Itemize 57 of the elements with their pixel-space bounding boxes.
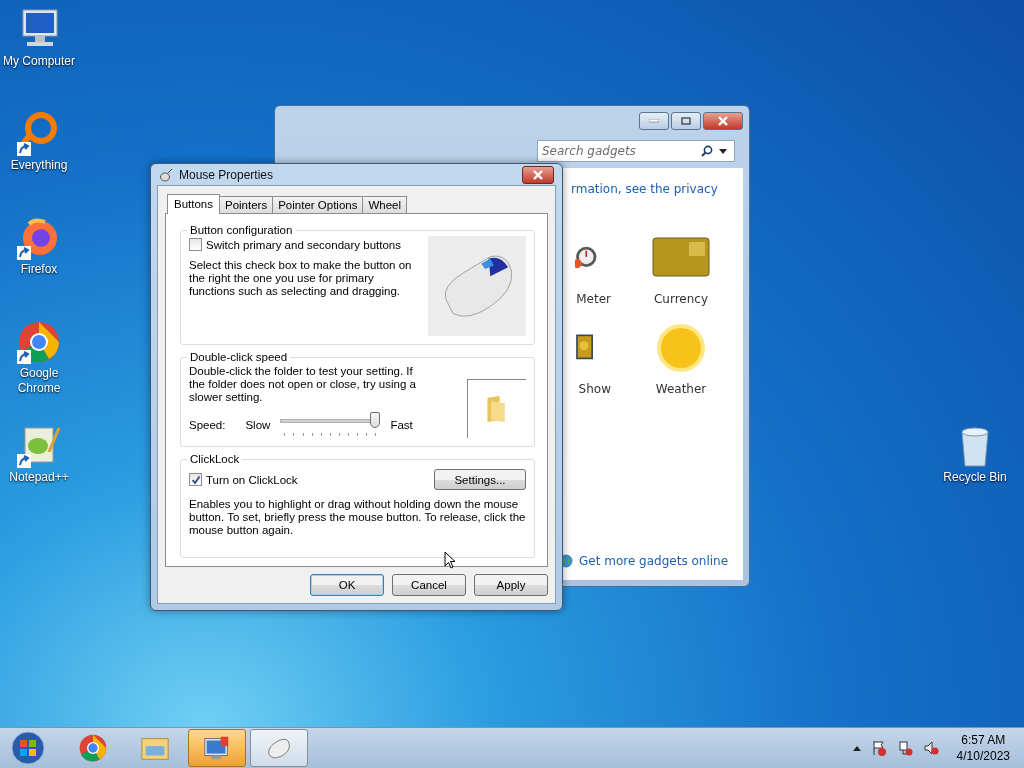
clock-time[interactable]: 6:57 AM <box>961 732 1006 748</box>
privacy-link[interactable]: rmation, see the privacy <box>571 182 743 196</box>
gadget-name[interactable]: Show <box>578 382 611 396</box>
checkbox-label[interactable]: Switch primary and secondary buttons <box>206 238 401 251</box>
slider-thumb[interactable] <box>370 412 381 428</box>
slow-label: Slow <box>245 419 271 431</box>
show-hidden-icons-caret-icon[interactable] <box>852 745 861 751</box>
desktop-icon-label[interactable]: My Computer <box>3 54 75 69</box>
fast-label: Fast <box>390 419 413 431</box>
minimize-icon <box>649 119 659 123</box>
flag-error-icon[interactable] <box>870 740 887 756</box>
tab[interactable]: Buttons <box>167 194 220 214</box>
desktop-icon-label[interactable]: Everything <box>10 158 68 173</box>
tab[interactable]: Pointer Options <box>272 196 364 213</box>
group-title: ClickLock <box>189 453 241 465</box>
group-title: Double-click speed <box>189 351 289 363</box>
windows-logo-icon <box>10 730 46 766</box>
checkbox[interactable] <box>189 238 202 251</box>
checkbox[interactable] <box>189 473 202 486</box>
gadget-name[interactable]: Meter <box>576 292 611 306</box>
tab[interactable]: Pointers <box>219 196 274 213</box>
desktop-icon-label[interactable]: Recycle Bin <box>943 470 1007 485</box>
group-title: Button configuration <box>189 224 294 236</box>
dialog-button[interactable]: Cancel <box>392 574 466 596</box>
dropdown-caret-icon[interactable] <box>719 149 727 154</box>
network-error-icon[interactable] <box>896 740 913 756</box>
close-icon <box>718 116 728 126</box>
speed-label: Speed: <box>189 419 226 431</box>
speed-slider[interactable] <box>280 412 381 438</box>
description-text: Enables you to highlight or drag without holding down the mouse button. To set, briefly press the mouse button. To release, click the mouse button again. <box>189 498 526 537</box>
dialog-button[interactable]: Apply <box>474 574 548 596</box>
search-field[interactable]: Search gadgets <box>537 140 735 162</box>
description-text: Select this check box to make the button on the right the one you use for primary functions such as selecting and dragging. <box>189 259 413 298</box>
description-text: Double-click the folder to test your setting. If the folder does not open or close, try using a slower setting. <box>189 365 417 404</box>
test-folder-area[interactable] <box>467 379 526 438</box>
search-icon[interactable] <box>701 145 713 157</box>
restore-button[interactable] <box>671 112 701 130</box>
dialog-button[interactable]: OK <box>310 574 384 596</box>
checkbox-label[interactable]: Turn on ClickLock <box>206 473 298 486</box>
desktop-icon-label[interactable]: Google Chrome <box>0 366 78 396</box>
settings-button[interactable]: Settings... <box>434 469 526 490</box>
gadget-name[interactable]: Currency <box>653 292 709 306</box>
chrome-icon <box>77 732 109 764</box>
desktop-icon-label[interactable]: Firefox <box>20 262 58 277</box>
gadget-name[interactable]: Weather <box>655 382 707 396</box>
get-more-gadgets-link[interactable]: Get more gadgets online <box>579 554 729 568</box>
close-button[interactable] <box>703 112 743 130</box>
restore-icon <box>681 117 691 125</box>
clock-date[interactable]: 4/10/2023 <box>956 748 1010 764</box>
close-button[interactable] <box>522 165 554 184</box>
window-title: Mouse Properties <box>179 167 275 182</box>
tab[interactable]: Wheel <box>362 196 408 213</box>
minimize-button[interactable] <box>639 112 669 130</box>
taskbar-button[interactable] <box>188 729 246 767</box>
close-icon <box>533 169 543 180</box>
taskbar-button[interactable] <box>250 729 308 767</box>
speaker-muted-icon[interactable] <box>922 740 939 756</box>
